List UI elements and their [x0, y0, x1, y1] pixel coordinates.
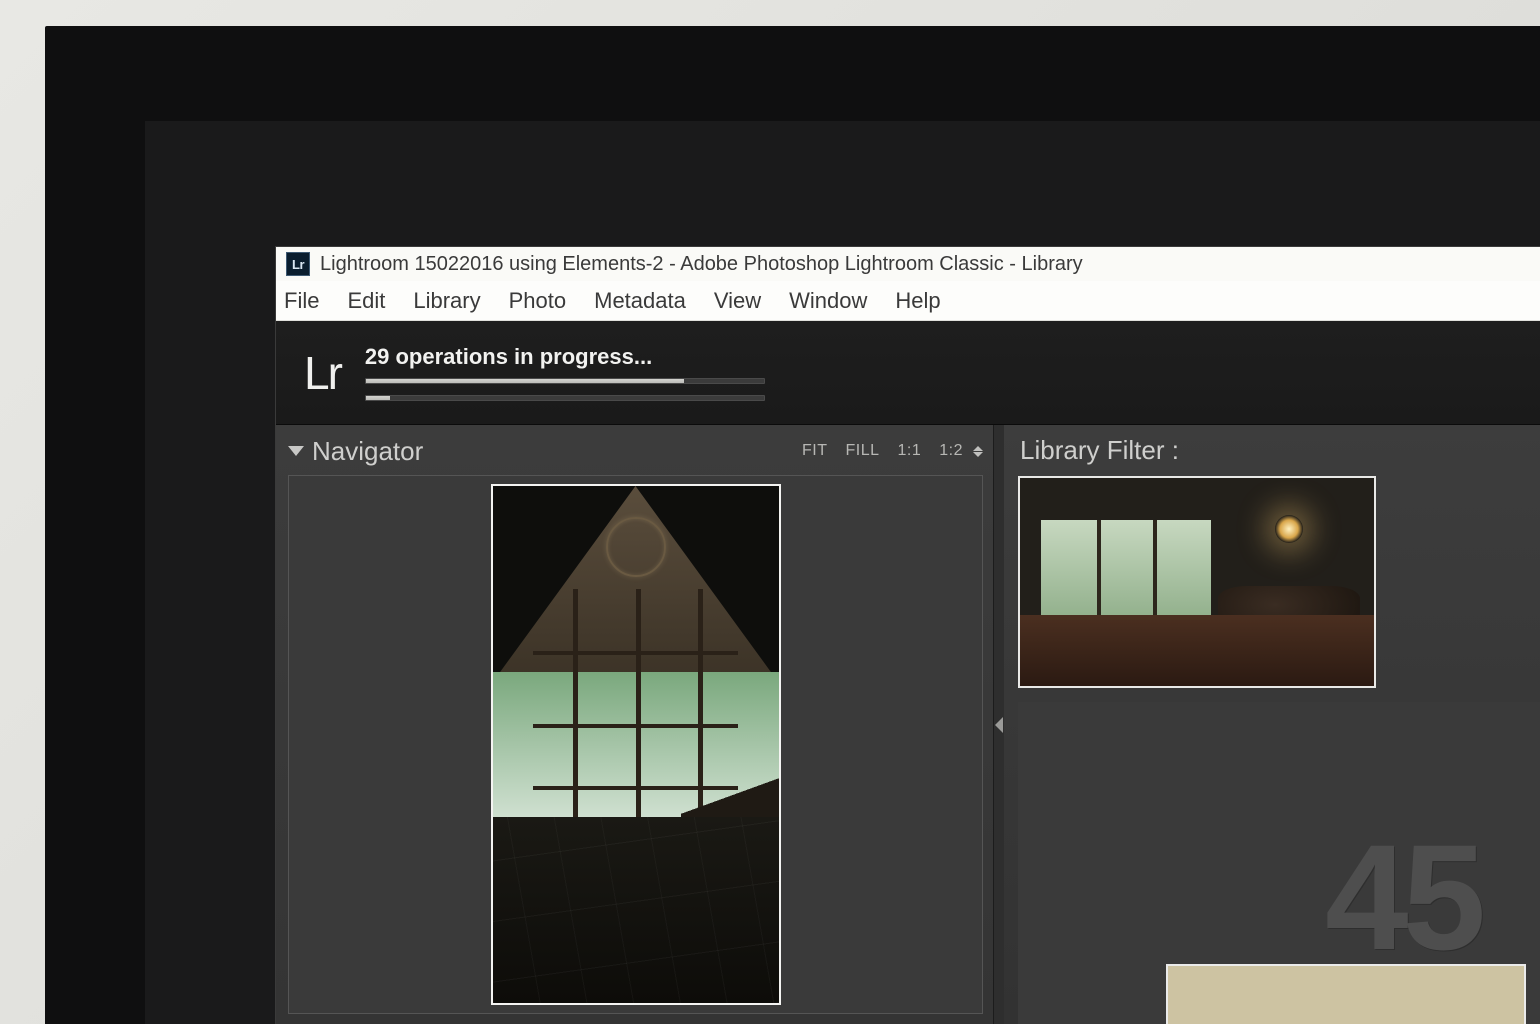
main-area: Navigator FIT FILL 1:1 1:2: [276, 425, 1540, 1024]
disclosure-triangle-icon[interactable]: [288, 446, 304, 456]
navigator-preview-image[interactable]: [491, 484, 781, 1005]
navigator-frame: [288, 475, 983, 1014]
window-title: Lightroom 15022016 using Elements-2 - Ad…: [320, 253, 1083, 276]
left-panel-collapse-handle[interactable]: [994, 425, 1004, 1024]
menu-photo[interactable]: Photo: [509, 288, 567, 314]
navigator-title: Navigator: [312, 436, 423, 467]
zoom-fit[interactable]: FIT: [802, 442, 828, 460]
menu-help[interactable]: Help: [895, 288, 940, 314]
navigator-zoom-options: FIT FILL 1:1 1:2: [802, 442, 983, 460]
library-panel: Library Filter : 45: [1004, 425, 1540, 1024]
filmstrip-row: [1018, 476, 1540, 688]
screen: Lr Lightroom 15022016 using Elements-2 -…: [275, 246, 1540, 1024]
menu-library[interactable]: Library: [413, 288, 480, 314]
progress-bar-2[interactable]: [365, 395, 765, 401]
progress-area: 29 operations in progress...: [365, 344, 765, 401]
progress-label: 29 operations in progress...: [365, 344, 765, 370]
monitor-bezel-inner: Lr Lightroom 15022016 using Elements-2 -…: [145, 121, 1540, 1024]
menu-view[interactable]: View: [714, 288, 761, 314]
chevron-left-icon: [995, 717, 1003, 733]
thumbnail-1[interactable]: [1018, 476, 1376, 688]
app-icon: Lr: [286, 252, 310, 276]
progress-bar-1[interactable]: [365, 378, 765, 384]
zoom-1-1[interactable]: 1:1: [898, 442, 922, 460]
navigator-panel: Navigator FIT FILL 1:1 1:2: [276, 425, 994, 1024]
library-filter-label[interactable]: Library Filter :: [1018, 431, 1540, 476]
progress-fill-1: [366, 379, 684, 383]
zoom-stepper-icon[interactable]: [973, 446, 983, 457]
grid-index-watermark: 45: [1325, 811, 1480, 984]
menu-window[interactable]: Window: [789, 288, 867, 314]
window-titlebar: Lr Lightroom 15022016 using Elements-2 -…: [276, 247, 1540, 281]
zoom-1-2[interactable]: 1:2: [939, 442, 963, 460]
grid-cell[interactable]: [1166, 964, 1526, 1024]
identity-plate-strip: Lr 29 operations in progress...: [276, 321, 1540, 425]
monitor-bezel-outer: Lr Lightroom 15022016 using Elements-2 -…: [45, 26, 1540, 1024]
navigator-header: Navigator FIT FILL 1:1 1:2: [288, 431, 983, 471]
zoom-fill[interactable]: FILL: [845, 442, 879, 460]
lr-logo: Lr: [304, 346, 341, 400]
menu-metadata[interactable]: Metadata: [594, 288, 686, 314]
grid-area: 45: [1018, 702, 1540, 1024]
menu-edit[interactable]: Edit: [347, 288, 385, 314]
menu-file[interactable]: File: [284, 288, 319, 314]
menu-bar: File Edit Library Photo Metadata View Wi…: [276, 281, 1540, 321]
progress-fill-2: [366, 396, 390, 400]
